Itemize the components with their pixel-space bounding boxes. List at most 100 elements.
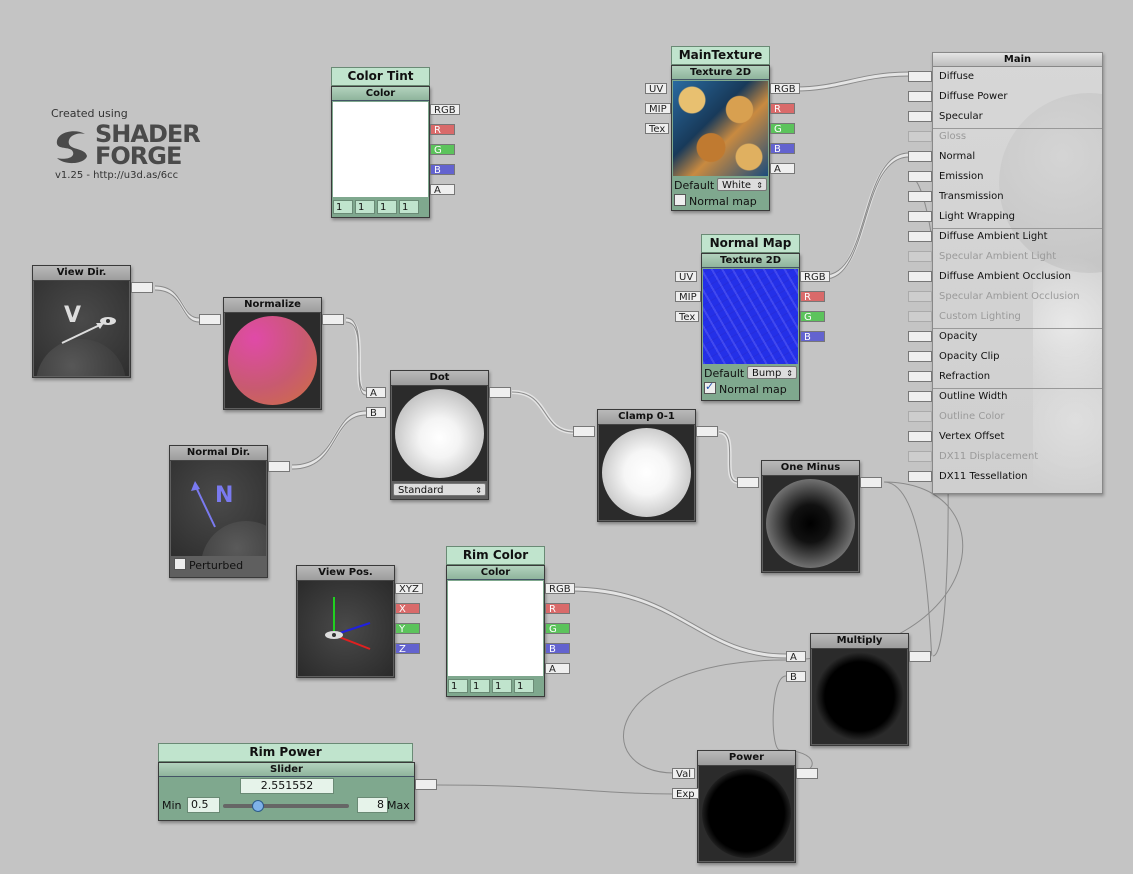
dot-node[interactable]: Dot Standard [390, 370, 489, 500]
output-b[interactable]: B [545, 643, 570, 655]
view-pos-node[interactable]: View Pos. [296, 565, 395, 678]
one-minus-output[interactable] [860, 477, 882, 488]
main-input-port[interactable] [908, 71, 932, 82]
power-input-val[interactable]: Val [672, 768, 695, 780]
output-a[interactable]: A [770, 163, 795, 175]
perturbed-toggle[interactable]: Perturbed [174, 558, 243, 572]
one-minus-node[interactable]: One Minus [761, 460, 860, 573]
output-r[interactable]: R [770, 103, 795, 115]
main-input-port[interactable] [908, 271, 932, 282]
value-field[interactable]: 1 [492, 679, 512, 693]
rim-color-values[interactable]: 1 1 1 1 [448, 679, 534, 693]
output-z[interactable]: Z [395, 643, 420, 655]
normalize-output[interactable] [322, 314, 344, 325]
main-input-port[interactable] [908, 91, 932, 102]
dot-input-a[interactable]: A [366, 387, 386, 399]
main-input-port[interactable] [908, 131, 932, 142]
rim-power-slider-knob[interactable] [252, 800, 265, 812]
value-field[interactable]: 1 [470, 679, 490, 693]
main-input-port[interactable] [908, 411, 932, 422]
rim-color-node[interactable]: Color 1 1 1 1 [446, 565, 545, 697]
dot-output[interactable] [489, 387, 511, 398]
max-field[interactable]: 8 [357, 797, 388, 813]
main-input-port[interactable] [908, 431, 932, 442]
color-tint-swatch[interactable] [333, 102, 428, 197]
normal-map-toggle[interactable]: Normal map [704, 380, 787, 396]
input-mip[interactable]: MIP [675, 291, 701, 303]
main-input-port[interactable] [908, 371, 932, 382]
output-g[interactable]: G [430, 144, 455, 156]
value-field[interactable]: 1 [377, 200, 397, 214]
output-a[interactable]: A [430, 184, 455, 196]
normalize-node[interactable]: Normalize [223, 297, 322, 410]
rim-color-swatch[interactable] [448, 581, 543, 676]
main-input-port[interactable] [908, 351, 932, 362]
main-input-port[interactable] [908, 311, 932, 322]
value-field[interactable]: 1 [355, 200, 375, 214]
perturbed-checkbox[interactable] [174, 558, 186, 570]
main-input-port[interactable] [908, 231, 932, 242]
multiply-input-b[interactable]: B [786, 671, 806, 683]
main-input-port[interactable] [908, 391, 932, 402]
main-input-port[interactable] [908, 291, 932, 302]
value-field[interactable]: 1 [399, 200, 419, 214]
normal-dir-node[interactable]: Normal Dir. N Perturbed [169, 445, 268, 578]
input-tex[interactable]: Tex [675, 311, 700, 323]
dot-mode-dropdown[interactable]: Standard [393, 483, 486, 497]
normal-map-checkbox[interactable] [674, 194, 686, 206]
output-g[interactable]: G [770, 123, 795, 135]
output-rgb[interactable]: RGB [430, 104, 460, 116]
main-input-port[interactable] [908, 151, 932, 162]
output-a[interactable]: A [545, 663, 570, 675]
main-input-port[interactable] [908, 451, 932, 462]
output-b[interactable]: B [430, 164, 455, 176]
power-input-exp[interactable]: Exp [672, 788, 699, 800]
output-rgb[interactable]: RGB [545, 583, 575, 595]
main-input-port[interactable] [908, 251, 932, 262]
dot-input-b[interactable]: B [366, 407, 386, 419]
view-dir-node[interactable]: View Dir. V [32, 265, 131, 378]
output-y[interactable]: Y [395, 623, 420, 635]
main-texture-title[interactable]: MainTexture [671, 46, 770, 65]
output-rgb[interactable]: RGB [770, 83, 800, 95]
normal-map-toggle[interactable]: Normal map [674, 194, 757, 208]
main-output-node[interactable]: Main Diffuse Diffuse Power Specular Gloss No… [932, 52, 1103, 494]
clamp-input[interactable] [573, 426, 595, 437]
value-field[interactable]: 1 [514, 679, 534, 693]
main-input-port[interactable] [908, 331, 932, 342]
main-texture-node[interactable]: Texture 2D Default White Normal map [671, 65, 770, 211]
rim-power-title[interactable]: Rim Power [158, 743, 413, 762]
color-tint-values[interactable]: 1 1 1 1 [333, 200, 419, 214]
rim-power-slider-track[interactable] [223, 804, 349, 808]
rim-power-node[interactable]: Slider 2.551552 Min 0.5 8 Max [158, 762, 415, 821]
normal-map-title[interactable]: Normal Map [701, 234, 800, 253]
output-g[interactable]: G [800, 311, 825, 323]
output-g[interactable]: G [545, 623, 570, 635]
normal-map-checkbox[interactable] [704, 380, 716, 394]
one-minus-input[interactable] [737, 477, 759, 488]
main-input-port[interactable] [908, 211, 932, 222]
output-xyz[interactable]: XYZ [395, 583, 423, 595]
color-tint-title[interactable]: Color Tint [331, 67, 430, 86]
input-mip[interactable]: MIP [645, 103, 671, 115]
output-rgb[interactable]: RGB [800, 271, 830, 283]
output-b[interactable]: B [800, 331, 825, 343]
clamp-output[interactable] [696, 426, 718, 437]
output-r[interactable]: R [800, 291, 825, 303]
main-input-port[interactable] [908, 171, 932, 182]
normalize-input[interactable] [199, 314, 221, 325]
power-node[interactable]: Power [697, 750, 796, 863]
clamp-node[interactable]: Clamp 0-1 [597, 409, 696, 522]
multiply-output[interactable] [909, 651, 931, 662]
multiply-input-a[interactable]: A [786, 651, 806, 663]
normal-dir-output[interactable] [268, 461, 290, 472]
output-b[interactable]: B [770, 143, 795, 155]
rim-color-title[interactable]: Rim Color [446, 546, 545, 565]
normal-map-node[interactable]: Texture 2D Default Bump Normal map [701, 253, 800, 401]
rim-power-value[interactable]: 2.551552 [240, 778, 334, 794]
default-texture-dropdown[interactable]: Bump [747, 366, 797, 380]
color-tint-node[interactable]: Color 1 1 1 1 [331, 86, 430, 218]
input-uv[interactable]: UV [645, 83, 668, 95]
main-input-port[interactable] [908, 191, 932, 202]
view-dir-output[interactable] [131, 282, 153, 293]
